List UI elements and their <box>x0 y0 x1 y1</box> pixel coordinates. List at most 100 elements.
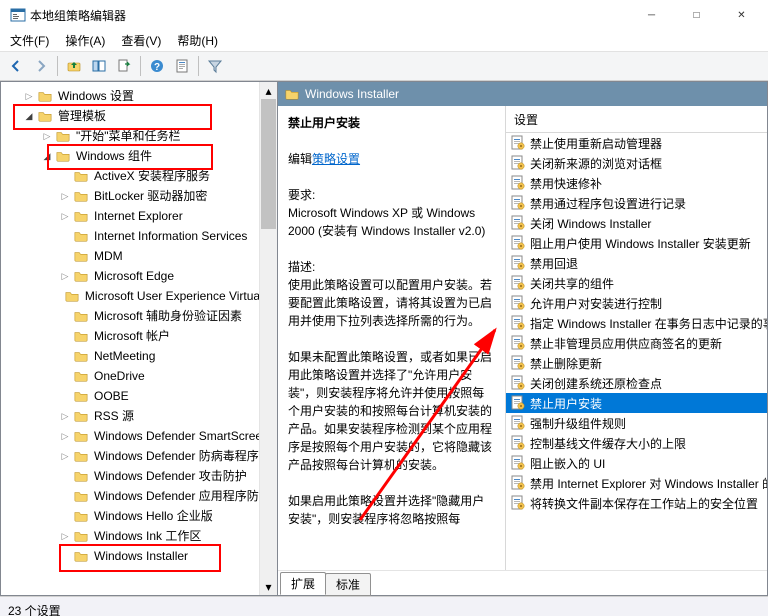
settings-item-label: 关闭 Windows Installer <box>530 215 651 232</box>
maximize-button[interactable]: □ <box>674 0 719 30</box>
settings-item[interactable]: 关闭新来源的浏览对话框 <box>506 153 767 173</box>
folder-icon <box>73 209 89 223</box>
close-button[interactable]: ✕ <box>719 0 764 30</box>
tree-item[interactable]: ▷ActiveX 安装程序服务 <box>3 166 277 186</box>
settings-item[interactable]: 禁止用户安装 <box>506 393 767 413</box>
settings-item[interactable]: 禁用通过程序包设置进行记录 <box>506 193 767 213</box>
tree-item[interactable]: ▷ RSS 源 <box>3 406 277 426</box>
help-button[interactable]: ? <box>145 54 169 78</box>
tree-item-label: Windows Defender 防病毒程序 <box>92 445 261 467</box>
forward-button[interactable] <box>29 54 53 78</box>
tree-item[interactable]: ▷Windows 设置 <box>3 86 277 106</box>
expand-icon[interactable]: ▷ <box>57 426 73 446</box>
menu-action[interactable]: 操作(A) <box>57 29 113 52</box>
menu-bar: 文件(F) 操作(A) 查看(V) 帮助(H) <box>0 30 768 51</box>
twist-spacer: ▷ <box>57 246 73 266</box>
settings-item[interactable]: 禁止使用重新启动管理器 <box>506 133 767 153</box>
settings-item[interactable]: 禁用回退 <box>506 253 767 273</box>
filter-button[interactable] <box>203 54 227 78</box>
tree-item[interactable]: ▷"开始"菜单和任务栏 <box>3 126 277 146</box>
settings-item-label: 强制升级组件规则 <box>530 415 626 432</box>
folder-icon <box>73 449 89 463</box>
policy-icon <box>510 135 526 151</box>
tree-item[interactable]: ▷Windows Defender SmartScreen <box>3 426 277 446</box>
tree-item[interactable]: ▷Windows Ink 工作区 <box>3 526 277 546</box>
settings-item[interactable]: 将转换文件副本保存在工作站上的安全位置 <box>506 493 767 513</box>
settings-item[interactable]: 指定 Windows Installer 在事务日志中记录的事件 <box>506 313 767 333</box>
export-button[interactable] <box>112 54 136 78</box>
twist-spacer: ▷ <box>57 166 73 186</box>
policy-icon <box>510 255 526 271</box>
tree-item[interactable]: ▷Microsoft Edge <box>3 266 277 286</box>
tree-item-label: Microsoft 辅助身份验证因素 <box>92 305 244 327</box>
menu-file[interactable]: 文件(F) <box>2 29 57 52</box>
policy-icon <box>510 295 526 311</box>
tree-item[interactable]: ▷Internet Information Services <box>3 226 277 246</box>
tree-item[interactable]: ◢Windows 组件 <box>3 146 277 166</box>
settings-item[interactable]: 禁用 Internet Explorer 对 Windows Installer… <box>506 473 767 493</box>
settings-item[interactable]: 阻止嵌入的 UI <box>506 453 767 473</box>
edit-policy-link[interactable]: 策略设置 <box>312 152 360 166</box>
tree-item-label: RSS 源 <box>92 405 136 427</box>
toolbar: ? <box>0 51 768 81</box>
settings-item-label: 关闭创建系统还原检查点 <box>530 375 662 392</box>
folder-icon <box>73 309 89 323</box>
settings-item[interactable]: 控制基线文件缓存大小的上限 <box>506 433 767 453</box>
twist-spacer: ▷ <box>57 306 73 326</box>
list-column-header[interactable]: 设置 <box>506 106 767 133</box>
tree-item-label: 管理模板 <box>56 105 108 127</box>
tree-item-label: OOBE <box>92 385 131 407</box>
tree-item[interactable]: ▷Windows Hello 企业版 <box>3 506 277 526</box>
expand-icon[interactable]: ▷ <box>39 126 55 146</box>
tab-standard[interactable]: 标准 <box>325 573 371 596</box>
tree-item-label: Internet Explorer <box>92 205 185 227</box>
expand-icon[interactable]: ▷ <box>57 206 73 226</box>
up-button[interactable] <box>62 54 86 78</box>
folder-icon <box>73 169 89 183</box>
tree-item[interactable]: ▷ Windows Defender 防病毒程序 <box>3 446 277 466</box>
settings-item[interactable]: 阻止用户使用 Windows Installer 安装更新 <box>506 233 767 253</box>
tab-extended[interactable]: 扩展 <box>280 572 326 595</box>
tree-item[interactable]: ▷BitLocker 驱动器加密 <box>3 186 277 206</box>
collapse-icon[interactable]: ◢ <box>39 146 55 166</box>
expand-icon[interactable]: ▷ <box>21 86 37 106</box>
show-hide-tree-button[interactable] <box>87 54 111 78</box>
settings-item[interactable]: 强制升级组件规则 <box>506 413 767 433</box>
expand-icon[interactable]: ▷ <box>57 186 73 206</box>
settings-item[interactable]: 关闭创建系统还原检查点 <box>506 373 767 393</box>
tree-item[interactable]: ▷Windows Installer <box>3 546 277 566</box>
tree-item[interactable]: ◢ 管理模板 <box>3 106 277 126</box>
settings-item[interactable]: 关闭 Windows Installer <box>506 213 767 233</box>
settings-item[interactable]: 禁止非管理员应用供应商签名的更新 <box>506 333 767 353</box>
folder-icon <box>73 429 89 443</box>
tree-item[interactable]: ▷Windows Defender 应用程序防护 <box>3 486 277 506</box>
expand-icon[interactable]: ▷ <box>57 406 73 426</box>
tree-item[interactable]: ▷Windows Defender 攻击防护 <box>3 466 277 486</box>
properties-button[interactable] <box>170 54 194 78</box>
settings-item[interactable]: 禁用快速修补 <box>506 173 767 193</box>
settings-item-label: 阻止嵌入的 UI <box>530 455 605 472</box>
settings-item[interactable]: 关闭共享的组件 <box>506 273 767 293</box>
settings-item[interactable]: 允许用户对安装进行控制 <box>506 293 767 313</box>
svg-text:?: ? <box>154 62 160 73</box>
tree-item[interactable]: ▷OOBE <box>3 386 277 406</box>
minimize-button[interactable]: ─ <box>629 0 674 30</box>
tree-item[interactable]: ▷NetMeeting <box>3 346 277 366</box>
tree-item[interactable]: ▷OneDrive <box>3 366 277 386</box>
expand-icon[interactable]: ▷ <box>57 526 73 546</box>
tree-item[interactable]: ▷MDM <box>3 246 277 266</box>
collapse-icon[interactable]: ◢ <box>21 106 37 126</box>
settings-list: 禁止使用重新启动管理器关闭新来源的浏览对话框禁用快速修补禁用通过程序包设置进行记… <box>506 133 767 570</box>
tree-item[interactable]: ▷ Internet Explorer <box>3 206 277 226</box>
back-button[interactable] <box>4 54 28 78</box>
detail-header: Windows Installer <box>278 82 767 106</box>
settings-item[interactable]: 禁止删除更新 <box>506 353 767 373</box>
tree-item[interactable]: ▷ Microsoft 辅助身份验证因素 <box>3 306 277 326</box>
menu-help[interactable]: 帮助(H) <box>169 29 226 52</box>
tree-item[interactable]: ▷Microsoft User Experience Virtualizatio… <box>3 286 277 306</box>
expand-icon[interactable]: ▷ <box>57 266 73 286</box>
tree-item[interactable]: ▷Microsoft 帐户 <box>3 326 277 346</box>
expand-icon[interactable]: ▷ <box>57 446 73 466</box>
menu-view[interactable]: 查看(V) <box>113 29 169 52</box>
window-title: 本地组策略编辑器 <box>30 7 629 24</box>
